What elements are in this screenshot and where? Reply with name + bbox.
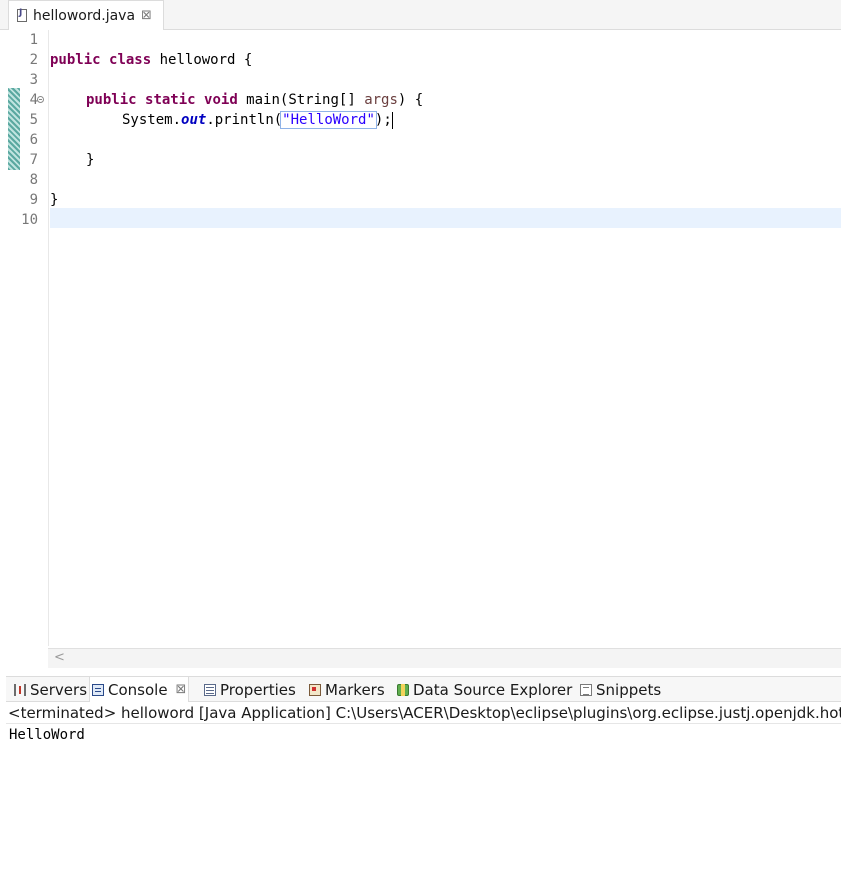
data-source-icon [397, 683, 409, 696]
code-editor[interactable]: 1 2 3 4 5 6 7 8 9 10 public class hellow… [8, 30, 841, 668]
line-number: 8 [29, 172, 38, 188]
text-caret [391, 111, 393, 129]
horizontal-scrollbar[interactable]: < [48, 648, 841, 668]
change-ruler [8, 30, 20, 646]
line-number: 1 [29, 32, 38, 48]
code-text-area[interactable]: public class helloword { public static v… [50, 30, 841, 646]
code-line-class-declaration: public class helloword { [50, 52, 253, 68]
tab-console[interactable]: Console ⊠ [89, 677, 190, 702]
snippets-icon [580, 683, 592, 696]
line-number: 10 [21, 212, 38, 228]
java-file-icon [17, 8, 27, 22]
editor-tab-bar: helloword.java ⊠ [0, 0, 841, 30]
tab-servers[interactable]: Servers [12, 677, 89, 702]
line-number: 3 [29, 72, 38, 88]
close-icon[interactable]: ⊠ [176, 682, 187, 697]
collapse-icon[interactable] [37, 96, 44, 103]
tab-snippets[interactable]: Snippets [578, 677, 663, 702]
close-icon[interactable]: ⊠ [141, 9, 152, 22]
markers-icon [309, 683, 321, 696]
console-icon [92, 683, 104, 696]
servers-icon [14, 683, 26, 696]
editor-tab-label: helloword.java [33, 7, 136, 24]
scroll-left-arrow-icon[interactable]: < [54, 649, 65, 667]
tab-markers[interactable]: Markers [307, 677, 387, 702]
line-number: 7 [29, 152, 38, 168]
line-number: 2 [29, 52, 38, 68]
code-line-main-method: public static void main(String[] args) { [86, 92, 424, 108]
editor-tab-helloword-java[interactable]: helloword.java ⊠ [8, 0, 164, 30]
tab-properties[interactable]: Properties [202, 677, 298, 702]
string-literal: "HelloWord" [280, 111, 377, 129]
code-line-println: System.out.println("HelloWord"); [122, 111, 393, 129]
line-number-gutter: 1 2 3 4 5 6 7 8 9 10 [20, 30, 49, 646]
tab-data-source-explorer[interactable]: Data Source Explorer [395, 677, 574, 702]
console-view[interactable]: <terminated> helloword [Java Application… [6, 702, 841, 885]
line-number: 6 [29, 132, 38, 148]
console-output[interactable]: HelloWord [9, 726, 85, 744]
code-line-method-close: } [86, 152, 95, 168]
current-line-highlight [50, 208, 841, 228]
line-number: 5 [29, 112, 38, 128]
quick-diff-marker [8, 88, 20, 170]
code-line-class-close: } [50, 192, 59, 208]
bottom-panel-tab-bar: Servers Console ⊠ Properties Markers Dat… [6, 676, 841, 702]
line-number: 9 [29, 192, 38, 208]
properties-icon [204, 683, 216, 696]
console-process-label: <terminated> helloword [Java Application… [6, 704, 841, 724]
